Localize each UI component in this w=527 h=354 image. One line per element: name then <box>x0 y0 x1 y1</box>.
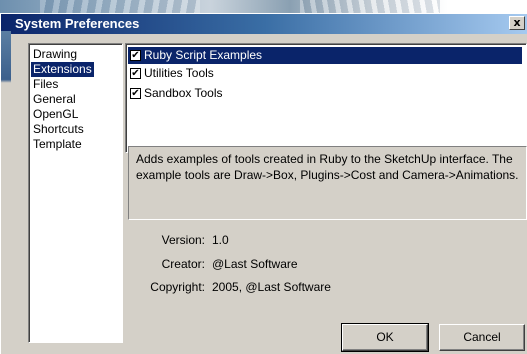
extension-row-utilities-tools[interactable]: ✔ Utilities Tools <box>128 65 522 82</box>
extension-label: Ruby Script Examples <box>144 48 263 62</box>
category-item-files[interactable]: Files <box>31 77 60 92</box>
category-item-extensions[interactable]: Extensions <box>31 62 94 77</box>
category-item-label: Drawing <box>33 47 78 61</box>
category-list[interactable]: Drawing Extensions Files General OpenGL … <box>28 43 123 343</box>
extension-checkbox[interactable]: ✔ <box>130 88 141 99</box>
extension-checkbox[interactable]: ✔ <box>130 50 141 61</box>
category-item-template[interactable]: Template <box>31 137 84 152</box>
category-item-general[interactable]: General <box>31 92 78 107</box>
category-item-label: OpenGL <box>33 107 79 121</box>
category-item-label: General <box>33 92 76 106</box>
category-item-label: Extensions <box>33 62 92 76</box>
desktop-background <box>0 0 527 14</box>
copyright-label: Copyright: <box>150 280 205 294</box>
version-label: Version: <box>161 233 205 247</box>
system-preferences-dialog: System Preferences x Drawing Extensions … <box>0 13 527 354</box>
window-left-frame <box>1 31 11 354</box>
category-item-opengl[interactable]: OpenGL <box>31 107 80 122</box>
category-item-label: Files <box>33 77 59 91</box>
category-item-shortcuts[interactable]: Shortcuts <box>31 122 86 137</box>
category-item-label: Shortcuts <box>33 122 84 136</box>
extension-description-box: Adds examples of tools created in Ruby t… <box>128 146 527 220</box>
close-icon: x <box>513 16 521 29</box>
title-bar[interactable]: System Preferences x <box>1 14 527 34</box>
desktop-pattern <box>300 0 440 14</box>
creator-value: @Last Software <box>212 257 298 271</box>
extension-label: Sandbox Tools <box>144 86 223 100</box>
desktop-pattern <box>40 0 200 14</box>
close-button[interactable]: x <box>509 16 525 30</box>
version-value: 1.0 <box>212 233 229 247</box>
category-item-label: Template <box>33 137 82 151</box>
category-item-drawing[interactable]: Drawing <box>31 47 79 62</box>
extensions-list[interactable]: ✔ Ruby Script Examples ✔ Utilities Tools… <box>125 43 527 153</box>
extension-description: Adds examples of tools created in Ruby t… <box>136 152 519 182</box>
cancel-button[interactable]: Cancel <box>439 324 525 351</box>
copyright-value: 2005, @Last Software <box>212 280 331 294</box>
creator-label: Creator: <box>161 257 205 271</box>
window-title: System Preferences <box>15 16 140 31</box>
extension-row-ruby-script-examples[interactable]: ✔ Ruby Script Examples <box>128 47 522 64</box>
extension-row-sandbox-tools[interactable]: ✔ Sandbox Tools <box>128 85 522 102</box>
extension-checkbox[interactable]: ✔ <box>130 68 141 79</box>
ok-button[interactable]: OK <box>341 323 429 352</box>
extension-label: Utilities Tools <box>144 66 214 80</box>
